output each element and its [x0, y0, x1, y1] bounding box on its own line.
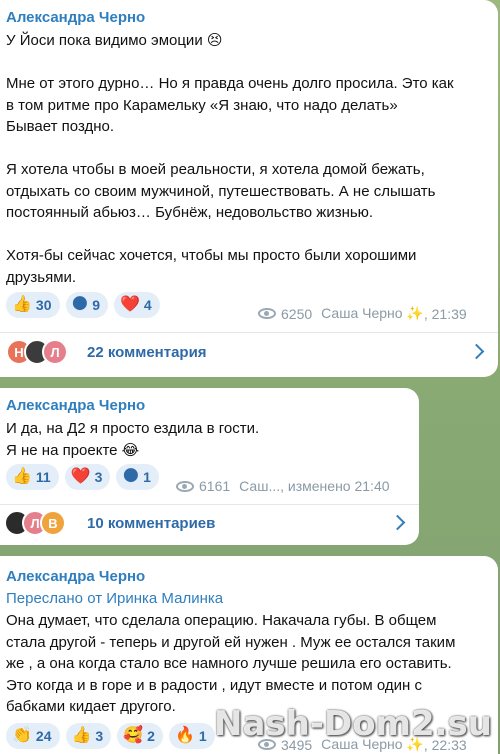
- comments-link[interactable]: 22 комментария: [87, 344, 207, 361]
- reaction-fire[interactable]: 🔥 1: [168, 723, 215, 749]
- chevron-right-icon[interactable]: [389, 514, 406, 531]
- reaction-thumbs-up[interactable]: 👍 3: [65, 723, 112, 749]
- message-text: Она думает, что сделала операцию. Накача…: [6, 612, 456, 715]
- reaction-thumbs-up[interactable]: 👍 11: [6, 464, 59, 490]
- message-bubble: Александра Черно И да, на Д2 я просто ез…: [0, 388, 419, 545]
- commenter-avatars: Н Л: [6, 339, 68, 365]
- message-bubble: Александра Черно У Йоси пока видимо эмоц…: [0, 0, 498, 377]
- site-watermark: Nash-Dom2.su: [214, 704, 492, 744]
- divider: [0, 332, 498, 333]
- message-meta: 6161 Саш..., изменено 21:40: [176, 478, 390, 494]
- eye-icon: [176, 480, 194, 492]
- thumbs-up-icon: 👍: [12, 296, 32, 313]
- smiling-hearts-icon: 🥰: [123, 727, 144, 744]
- author-signature: Саша Черно ✨: [321, 305, 424, 321]
- reaction-count: 11: [35, 469, 51, 485]
- message-text: У Йоси пока видимо эмоции 😣 Мне от этого…: [6, 32, 454, 286]
- heart-icon: ❤️: [70, 468, 91, 485]
- comments-link[interactable]: 10 комментариев: [87, 515, 215, 532]
- message-text: И да, на Д2 я просто ездила в гости. Я н…: [6, 420, 260, 459]
- reactions-row: 👏 24 👍 3 🥰 2 🔥 1: [6, 723, 221, 749]
- views-count: 6161: [199, 478, 231, 494]
- reaction-love[interactable]: 🥰 2: [117, 723, 163, 749]
- reaction-heart[interactable]: ❤️ 3: [64, 464, 111, 490]
- thumbs-up-icon: 👍: [71, 727, 92, 744]
- reaction-count: 4: [143, 297, 152, 313]
- reaction-count: 2: [147, 728, 155, 744]
- reaction-count: 3: [95, 728, 104, 744]
- sender-name[interactable]: Александра Черно: [6, 568, 145, 585]
- commenter-avatars: Л В: [4, 510, 66, 536]
- avatar: В: [40, 510, 66, 536]
- reactions-row: 👍 11 ❤️ 3 🌑 1: [6, 464, 165, 490]
- fire-icon: 🔥: [174, 727, 195, 744]
- reaction-clap[interactable]: 👏 24: [6, 723, 60, 749]
- thumbs-up-icon: 👍: [12, 468, 32, 485]
- heart-icon: ❤️: [119, 296, 140, 313]
- message-meta: 6250 Саша Черно ✨, 21:39: [258, 305, 467, 322]
- reaction-dark-moon[interactable]: 🌑 9: [65, 292, 108, 318]
- chevron-right-icon[interactable]: [468, 343, 485, 360]
- forwarded-from[interactable]: Переслано от Иринка Малинка: [6, 590, 223, 607]
- clap-icon: 👏: [12, 727, 32, 744]
- reaction-thumbs-up[interactable]: 👍 30: [6, 292, 60, 318]
- reaction-count: 24: [35, 728, 52, 744]
- reaction-count: 30: [35, 297, 52, 313]
- reaction-count: 9: [92, 297, 100, 313]
- reaction-count: 1: [143, 469, 151, 485]
- reaction-count: 3: [94, 469, 103, 485]
- sender-name[interactable]: Александра Черно: [6, 9, 145, 26]
- new-moon-icon: 🌑: [122, 468, 140, 485]
- new-moon-icon: 🌑: [71, 296, 89, 313]
- reaction-dark-moon[interactable]: 🌑 1: [116, 464, 159, 490]
- eye-icon: [258, 308, 276, 319]
- views-count: 6250: [281, 305, 313, 322]
- reactions-row: 👍 30 🌑 9 ❤️ 4: [6, 292, 166, 318]
- message-time: , 21:39: [423, 305, 467, 322]
- divider: [0, 504, 419, 505]
- message-time: , изменено 21:40: [280, 478, 390, 494]
- reaction-heart[interactable]: ❤️ 4: [113, 292, 160, 318]
- sender-name[interactable]: Александра Черно: [6, 397, 145, 414]
- author-signature: Саш...: [239, 478, 281, 494]
- reaction-count: 1: [198, 728, 207, 744]
- avatar: Л: [42, 339, 68, 365]
